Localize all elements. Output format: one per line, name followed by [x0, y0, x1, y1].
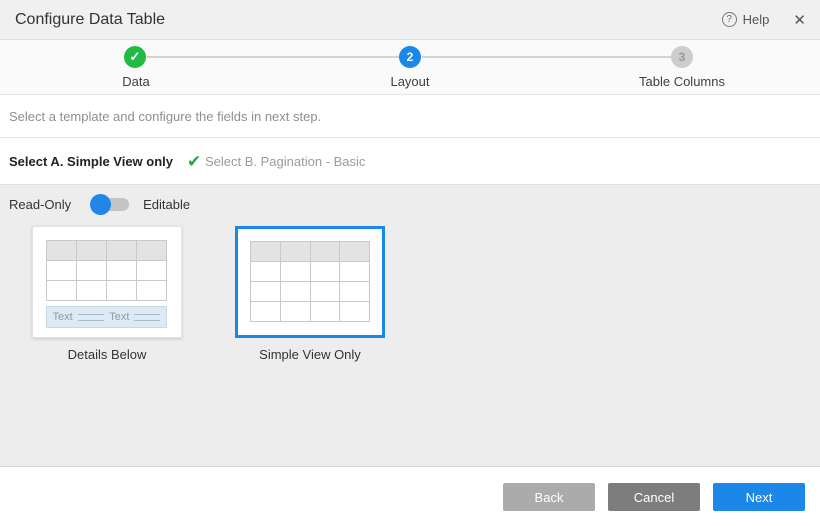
step-layout-circle[interactable]: 2 [399, 46, 421, 68]
table-graphic-cell [47, 241, 77, 261]
step-layout-label: Layout [390, 74, 429, 89]
detail-field-2: Text [109, 311, 160, 323]
table-graphic-cell [340, 242, 370, 262]
template-hint-row: Select a template and configure the fiel… [0, 95, 820, 138]
table-graphic-cell [251, 262, 281, 282]
select-option-a[interactable]: Select A. Simple View only [9, 154, 173, 169]
table-graphic-cell [281, 302, 311, 322]
step-table-columns-label: Table Columns [639, 74, 725, 89]
table-graphic-cell [47, 281, 77, 301]
read-only-editable-toggle[interactable] [93, 198, 129, 211]
template-select-row: Select A. Simple View only ✔ Select B. P… [0, 138, 820, 185]
step-complete-icon: ✓ [130, 49, 141, 65]
select-option-b[interactable]: Select B. Pagination - Basic [205, 154, 365, 169]
table-graphic-cell [340, 302, 370, 322]
cancel-button[interactable]: Cancel [608, 483, 700, 511]
simple-view-only-card[interactable] [235, 226, 385, 338]
template-simple-view-only: Simple View Only [235, 226, 385, 362]
configure-data-table-dialog: Configure Data Table ? Help ✕ ✓ 2 3 Data… [0, 0, 820, 466]
table-graphic-cell [137, 261, 167, 281]
details-below-detail-strip: Text Text [46, 306, 167, 328]
layout-content-area: Read-Only Editable Text Text [0, 185, 820, 466]
help-icon: ? [722, 12, 737, 27]
template-cards-row: Text Text Details Below Simple [0, 226, 820, 362]
table-graphic-cell [77, 241, 107, 261]
table-graphic-cell [311, 242, 341, 262]
stepper-connector-1 [147, 56, 399, 58]
dialog-header: Configure Data Table ? Help ✕ [0, 0, 820, 40]
table-graphic-cell [311, 282, 341, 302]
mode-toggle-row: Read-Only Editable [0, 185, 820, 212]
wizard-stepper: ✓ 2 3 Data Layout Table Columns [0, 40, 820, 95]
step-data-circle[interactable]: ✓ [124, 46, 146, 68]
table-graphic-cell [137, 241, 167, 261]
table-graphic-cell [77, 261, 107, 281]
table-graphic-cell [281, 242, 311, 262]
table-graphic-cell [137, 281, 167, 301]
table-graphic-cell [251, 242, 281, 262]
next-button[interactable]: Next [713, 483, 805, 511]
table-graphic-cell [251, 282, 281, 302]
details-below-label: Details Below [68, 347, 147, 362]
dialog-footer: Back Cancel Next [0, 466, 820, 526]
table-graphic-cell [340, 282, 370, 302]
read-only-label: Read-Only [9, 197, 71, 212]
table-graphic-cell [77, 281, 107, 301]
template-details-below: Text Text Details Below [32, 226, 182, 362]
detail-field-2-lines-icon [134, 314, 160, 321]
table-graphic-cell [281, 282, 311, 302]
details-below-table-graphic [46, 240, 167, 301]
table-graphic-cell [311, 302, 341, 322]
help-label: Help [743, 12, 770, 27]
stepper-connector-2 [422, 56, 671, 58]
table-graphic-cell [107, 241, 137, 261]
table-graphic-cell [311, 262, 341, 282]
step-table-columns-circle[interactable]: 3 [671, 46, 693, 68]
template-hint-text: Select a template and configure the fiel… [9, 109, 321, 124]
detail-field-1: Text [53, 311, 104, 323]
simple-view-only-label: Simple View Only [259, 347, 361, 362]
details-below-card[interactable]: Text Text [32, 226, 182, 338]
detail-field-1-lines-icon [78, 314, 104, 321]
table-graphic-cell [251, 302, 281, 322]
table-graphic-cell [281, 262, 311, 282]
back-button[interactable]: Back [503, 483, 595, 511]
detail-field-2-label: Text [109, 311, 129, 323]
simple-view-only-table-graphic [250, 241, 370, 322]
step-data-label: Data [122, 74, 149, 89]
selected-check-icon: ✔ [187, 153, 201, 170]
table-graphic-cell [107, 281, 137, 301]
editable-label: Editable [143, 197, 190, 212]
detail-field-1-label: Text [53, 311, 73, 323]
table-graphic-cell [47, 261, 77, 281]
table-graphic-cell [107, 261, 137, 281]
help-button[interactable]: ? Help [722, 12, 770, 27]
close-icon[interactable]: ✕ [793, 11, 806, 29]
table-graphic-cell [340, 262, 370, 282]
toggle-thumb [90, 194, 111, 215]
dialog-title: Configure Data Table [15, 11, 165, 29]
